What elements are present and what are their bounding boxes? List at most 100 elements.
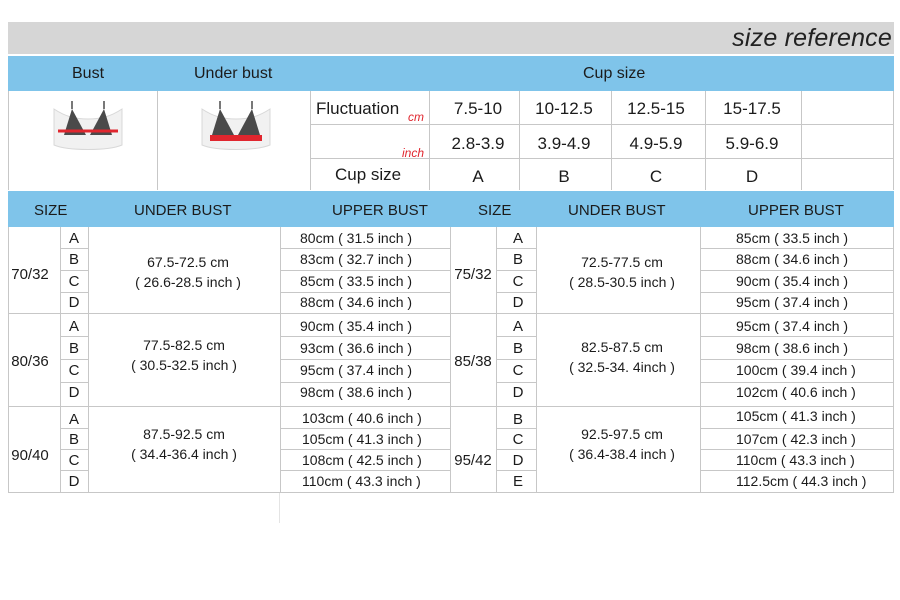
fluctuation-section: Fluctuation cm inch Cup size 7.5-10 10-1… [8, 91, 894, 190]
under-bust-cm: 72.5-77.5 cm [581, 254, 663, 270]
fluctuation-inch-value: 2.8-3.9 [451, 134, 505, 153]
fluctuation-cm-value: 12.5-15 [627, 99, 685, 118]
under-bust-column-header: UNDER BUST [568, 202, 666, 219]
upper-bust-value: 80cm ( 31.5 inch ) [300, 230, 413, 246]
size-label: 75/32 [454, 266, 492, 283]
divider [279, 493, 280, 523]
column-header-bar: SIZE UNDER BUST UPPER BUST SIZE UNDER BU… [8, 191, 894, 227]
size-column-header: SIZE [34, 202, 68, 219]
upper-bust-value: 107cm ( 42.3 inch ) [736, 431, 856, 447]
cup-letter: A [68, 318, 80, 335]
upper-bust-value: 95cm ( 37.4 inch ) [736, 318, 849, 334]
cup-letter: C [68, 452, 80, 469]
cup-letter: C [512, 362, 524, 379]
under-bust-cm: 67.5-72.5 cm [147, 254, 229, 270]
cup-letter: B [558, 167, 570, 186]
title-bar: size reference [8, 22, 894, 54]
upper-bust-value: 110cm ( 43.3 inch ) [736, 452, 855, 468]
upper-bust-column-header: UPPER BUST [332, 202, 428, 219]
upper-bust-value: 95cm ( 37.4 inch ) [300, 362, 413, 378]
upper-bust-value: 85cm ( 33.5 inch ) [736, 230, 849, 246]
upper-bust-value: 83cm ( 32.7 inch ) [300, 251, 413, 267]
fluctuation-cm-value: 15-17.5 [723, 99, 781, 118]
upper-bust-value: 112.5cm ( 44.3 inch ) [736, 473, 867, 489]
size-label: 70/32 [11, 266, 49, 283]
fluctuation-cm-value: 7.5-10 [453, 99, 503, 118]
cup-letter: B [512, 411, 524, 428]
under-bust-inch: ( 30.5-32.5 inch ) [131, 357, 237, 373]
under-bust-cm: 82.5-87.5 cm [581, 339, 663, 355]
upper-bust-value: 100cm ( 39.4 inch ) [736, 362, 856, 378]
cup-letter: D [68, 473, 80, 490]
cup-letter: D [512, 294, 524, 311]
size-table: 70/32 A B C D 67.5-72.5 cm ( 26.6-28.5 i… [8, 227, 894, 493]
under-bust-cm: 87.5-92.5 cm [143, 426, 225, 442]
under-bust-inch: ( 28.5-30.5 inch ) [569, 274, 675, 290]
upper-bust-value: 110cm ( 43.3 inch ) [302, 473, 421, 489]
cup-letter: C [68, 362, 80, 379]
upper-bust-value: 105cm ( 41.3 inch ) [302, 431, 422, 447]
cup-letter: D [512, 452, 524, 469]
size-label: 90/40 [11, 447, 49, 464]
cup-letter: D [68, 384, 80, 401]
upper-bust-value: 105cm ( 41.3 inch ) [736, 408, 856, 424]
under-bust-header: Under bust [194, 65, 273, 82]
upper-bust-value: 95cm ( 37.4 inch ) [736, 294, 849, 310]
upper-bust-value: 88cm ( 34.6 inch ) [300, 294, 413, 310]
cup-letter: E [512, 473, 524, 490]
upper-bust-column-header: UPPER BUST [748, 202, 844, 219]
size-label: 80/36 [11, 353, 49, 370]
upper-bust-value: 88cm ( 34.6 inch ) [736, 251, 849, 267]
upper-bust-value: 102cm ( 40.6 inch ) [736, 384, 856, 400]
cup-letter: C [649, 167, 663, 186]
fluctuation-inch-value: 5.9-6.9 [725, 134, 779, 153]
upper-bust-value: 108cm ( 42.5 inch ) [302, 452, 422, 468]
size-column-header: SIZE [478, 202, 512, 219]
bust-illustration [48, 101, 128, 156]
cup-letter: A [512, 318, 524, 335]
fluctuation-unit-inch: inch [402, 146, 425, 160]
under-bust-column-header: UNDER BUST [134, 202, 232, 219]
fluctuation-inch-value: 4.9-5.9 [629, 134, 683, 153]
cup-letter: B [68, 431, 80, 448]
size-label: 95/42 [454, 452, 492, 469]
upper-bust-value: 98cm ( 38.6 inch ) [736, 340, 849, 356]
cup-letter: A [472, 167, 484, 186]
cup-letter: D [745, 167, 759, 186]
cup-letter: A [68, 411, 80, 428]
under-bust-cm: 77.5-82.5 cm [143, 337, 225, 353]
cup-letter: B [512, 340, 524, 357]
upper-bust-value: 90cm ( 35.4 inch ) [300, 318, 413, 334]
cup-letter: D [512, 384, 524, 401]
fluctuation-inch-value: 3.9-4.9 [537, 134, 591, 153]
upper-bust-value: 103cm ( 40.6 inch ) [302, 410, 422, 426]
fluctuation-label: Fluctuation [316, 99, 400, 118]
under-bust-inch: ( 26.6-28.5 inch ) [135, 274, 241, 290]
fluctuation-cm-value: 10-12.5 [535, 99, 593, 118]
cup-letter: D [68, 294, 80, 311]
page-title: size reference [732, 24, 892, 52]
under-bust-illustration [196, 101, 276, 156]
upper-bust-value: 90cm ( 35.4 inch ) [736, 273, 849, 289]
size-label: 85/38 [454, 353, 492, 370]
under-bust-inch: ( 34.4-36.4 inch ) [131, 446, 237, 462]
cup-letter: B [68, 251, 80, 268]
cup-letter: A [512, 230, 524, 247]
cup-letter: C [68, 273, 80, 290]
cup-letter: B [512, 251, 524, 268]
cup-size-label: Cup size [335, 165, 402, 184]
upper-bust-value: 93cm ( 36.6 inch ) [300, 340, 413, 356]
cup-letter: A [68, 230, 80, 247]
under-bust-cm: 92.5-97.5 cm [581, 426, 663, 442]
cup-letter: C [512, 273, 524, 290]
upper-bust-value: 85cm ( 33.5 inch ) [300, 273, 413, 289]
under-bust-inch: ( 36.4-38.4 inch ) [569, 446, 675, 462]
fluctuation-unit-cm: cm [408, 110, 424, 124]
top-header-bar: Bust Under bust Cup size [8, 56, 894, 91]
upper-bust-value: 98cm ( 38.6 inch ) [300, 384, 413, 400]
cup-letter: B [68, 340, 80, 357]
cup-letter: C [512, 431, 524, 448]
under-bust-inch: ( 32.5-34. 4inch ) [569, 359, 675, 375]
cup-size-header: Cup size [583, 65, 646, 82]
bust-header: Bust [72, 65, 105, 82]
